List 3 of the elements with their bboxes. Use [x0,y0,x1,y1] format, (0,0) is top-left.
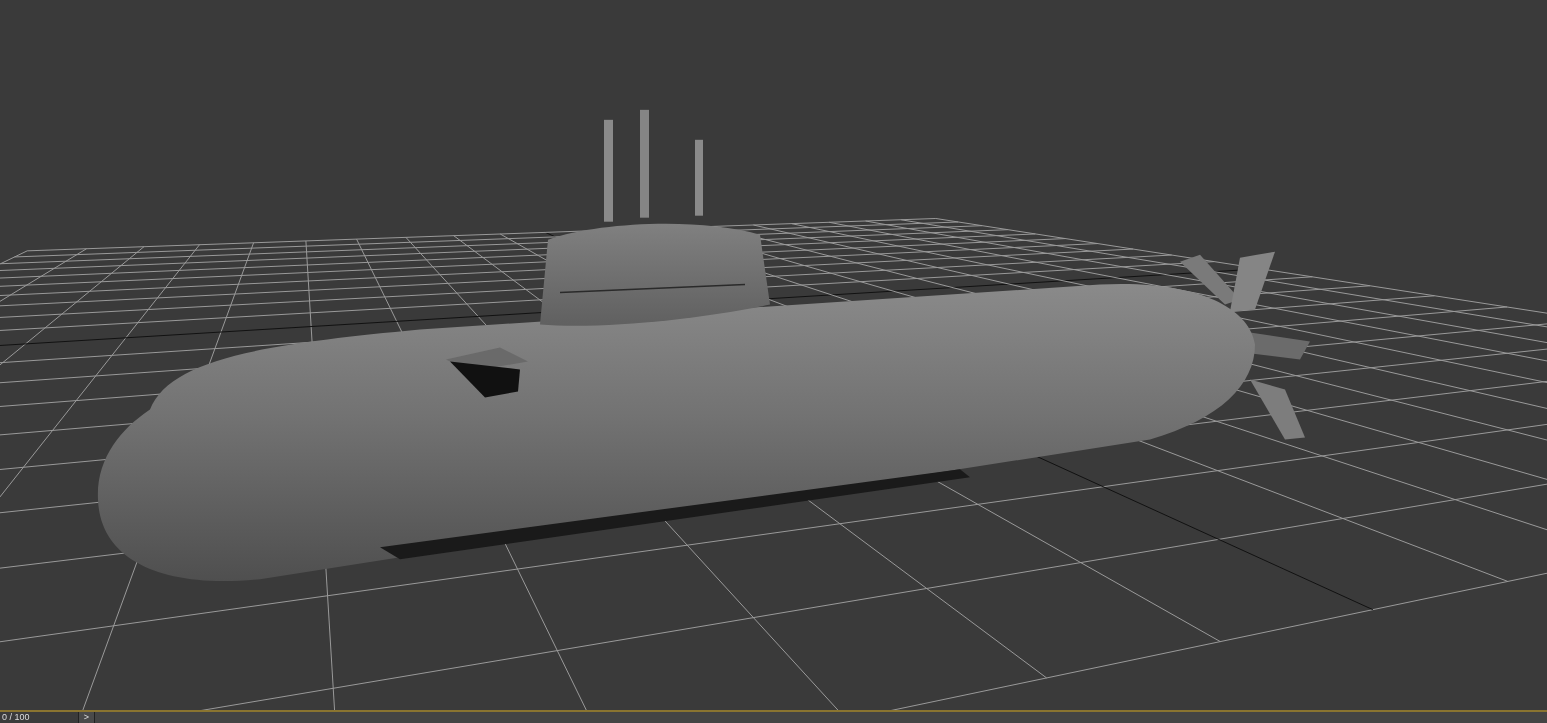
next-frame-button[interactable]: > [79,712,95,723]
time-slider-thumb[interactable]: 0 / 100 [0,712,79,723]
frame-counter: 0 / 100 [1,712,30,723]
